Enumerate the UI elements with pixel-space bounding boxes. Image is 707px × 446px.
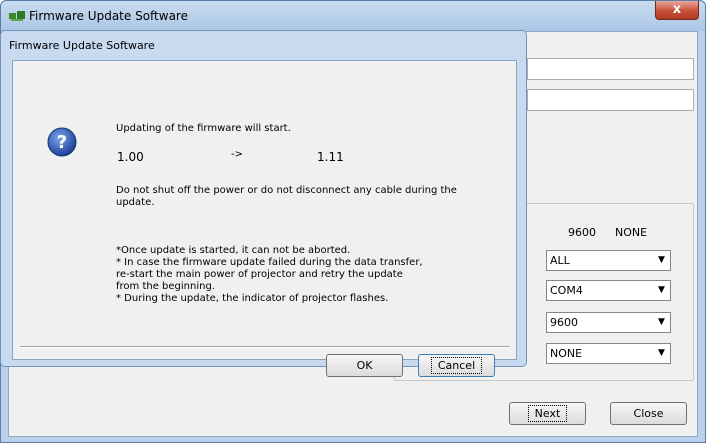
update-notes: *Once update is started, it can not be a… (116, 245, 423, 304)
main-window-title: Firmware Update Software (29, 9, 188, 23)
info-field-1 (527, 58, 694, 80)
ok-button[interactable]: OK (326, 354, 403, 377)
dialog-body: ? Updating of the firmware will start. 1… (12, 60, 517, 377)
info-field-2 (527, 89, 694, 111)
close-button[interactable]: Close (610, 402, 687, 425)
update-message: Updating of the firmware will start. (116, 123, 291, 134)
version-to: 1.11 (317, 150, 344, 164)
chevron-down-icon[interactable]: ▼ (655, 316, 668, 329)
chevron-down-icon[interactable]: ▼ (655, 347, 668, 360)
cancel-button[interactable]: Cancel (418, 354, 495, 377)
question-icon: ? (47, 127, 77, 157)
dialog-separator (20, 346, 510, 348)
target-combo[interactable]: ALL ▼ (546, 250, 671, 271)
confirm-dialog: Firmware Update Software ? Updating of t… (0, 30, 527, 377)
version-from: 1.00 (117, 150, 144, 164)
power-warning: Do not shut off the power or do not disc… (116, 185, 457, 208)
dialog-title: Firmware Update Software (9, 39, 155, 52)
version-arrow: -> (231, 149, 243, 160)
window-close-button[interactable]: x (655, 1, 699, 20)
chevron-down-icon[interactable]: ▼ (655, 284, 668, 297)
firmware-app-icon (9, 11, 25, 21)
parity-combo[interactable]: NONE ▼ (546, 343, 671, 364)
main-titlebar[interactable]: Firmware Update Software x (1, 1, 705, 31)
baud-value: 9600 (568, 226, 596, 239)
baud-combo[interactable]: 9600 ▼ (546, 312, 671, 333)
parity-value: NONE (615, 226, 648, 239)
svg-text:?: ? (57, 132, 67, 153)
port-combo[interactable]: COM4 ▼ (546, 280, 671, 301)
next-button[interactable]: Next (509, 402, 586, 425)
chevron-down-icon[interactable]: ▼ (655, 254, 668, 267)
